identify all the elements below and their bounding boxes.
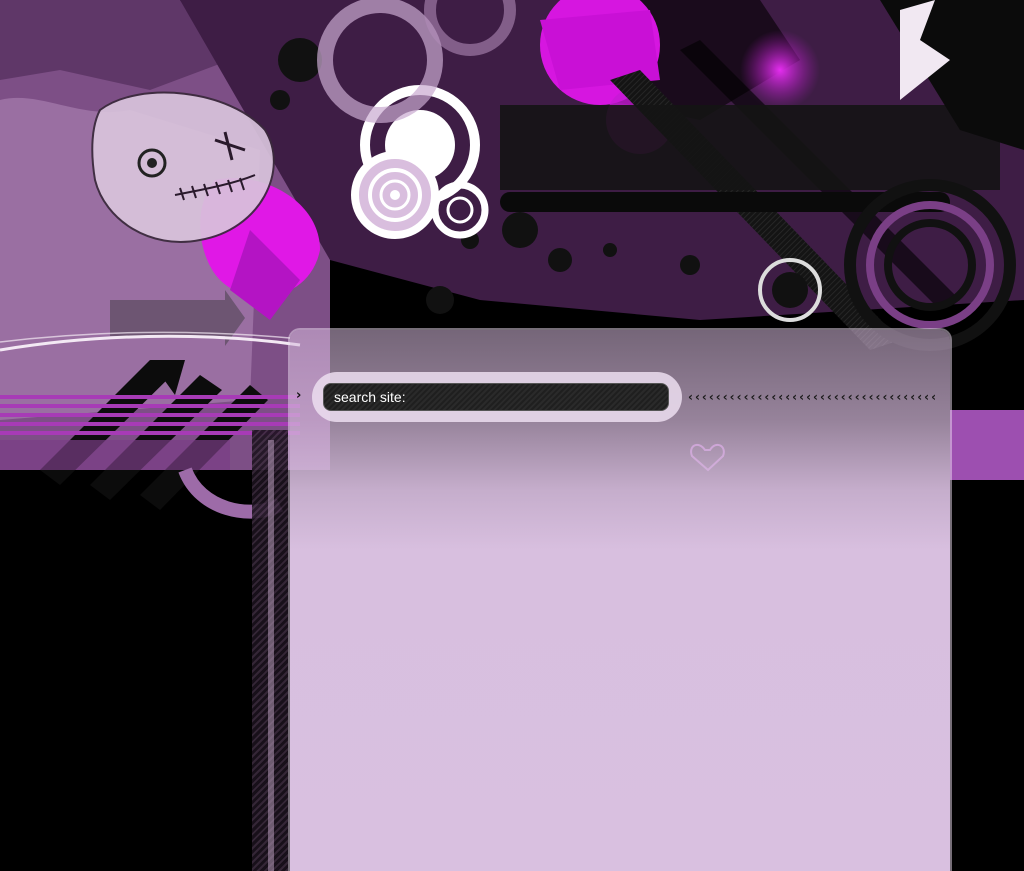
left-column-stripe xyxy=(268,440,274,871)
chevron-divider: ‹‹‹‹‹‹‹‹‹‹‹‹‹‹‹‹‹‹‹‹‹‹‹‹‹‹‹‹‹‹‹‹‹‹‹‹ xyxy=(688,390,939,404)
search-arrow-icon: › xyxy=(296,388,302,403)
page: › search site: ‹‹‹‹‹‹‹‹‹‹‹‹‹‹‹‹‹‹‹‹‹‹‹‹‹… xyxy=(0,0,1024,871)
search-input[interactable]: search site: xyxy=(323,383,669,411)
